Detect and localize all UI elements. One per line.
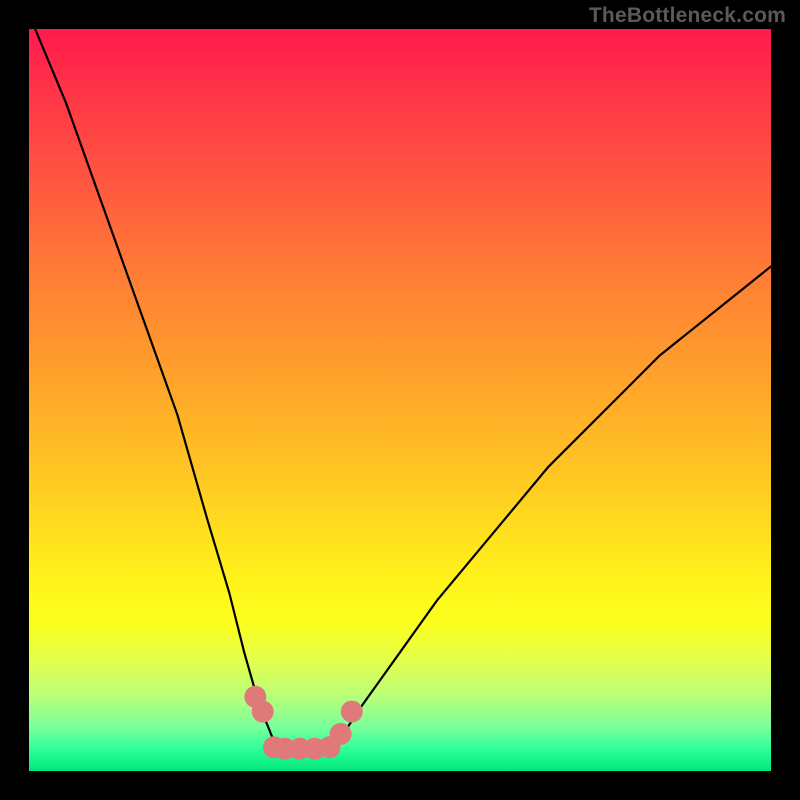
bottleneck-curve [29,29,771,749]
chart-svg [29,29,771,771]
highlighted-points [244,686,362,760]
chart-frame: TheBottleneck.com [0,0,800,800]
marker-point [341,701,363,723]
marker-point [330,723,352,745]
watermark-text: TheBottleneck.com [589,4,786,28]
marker-point [252,701,274,723]
plot-area [29,29,771,771]
